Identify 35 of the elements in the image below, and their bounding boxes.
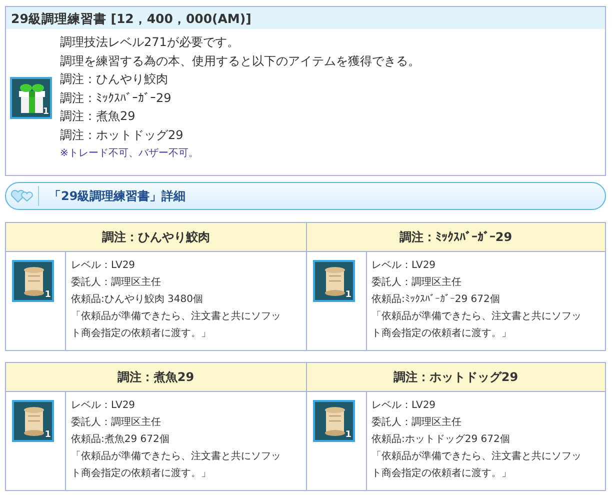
detail-line: 「依頼品が準備できたら、注文書と共にソフット商会指定の依頼者に渡す。」 <box>372 450 582 481</box>
detail-line: レベル：LV29 <box>372 259 437 273</box>
detail-line: レベル：LV29 <box>71 259 136 273</box>
detail-line: 「依頼品が準備できたら、注文書と共にソフット商会指定の依頼者に渡す。」 <box>71 310 282 341</box>
item-count: 1 <box>44 430 51 440</box>
item-title: 29級調理練習書 [12，400，000(AM)] <box>6 7 605 29</box>
detail-line: 依頼品:ホットドッグ29 672個 <box>372 432 511 447</box>
card-header: 調注：ﾐｯｸｽﾊﾞｰｶﾞｰ29 <box>306 223 605 252</box>
detail-line: レベル：LV29 <box>372 399 437 413</box>
description-line: 調注：ﾐｯｸｽﾊﾞｰｶﾞｰ29 <box>60 90 172 107</box>
card-header: 調注：煮魚29 <box>6 363 306 392</box>
detail-line: 「依頼品が準備できたら、注文書と共にソフット商会指定の依頼者に渡す。」 <box>71 450 282 481</box>
item-count: 1 <box>345 430 352 440</box>
detail-line: 委託人：調理区主任 <box>71 416 162 430</box>
detail-line: レベル：LV29 <box>71 399 136 413</box>
detail-line: 「依頼品が準備できたら、注文書と共にソフット商会指定の依頼者に渡す。」 <box>372 310 582 341</box>
description-line: 調理を練習する為の本、使用すると以下のアイテムを獲得できる。 <box>60 52 420 70</box>
section-title: 「29級調理練習書」詳細 <box>49 188 186 204</box>
detail-line: 委託人：調理区主任 <box>71 276 162 290</box>
description-line: 調理技法レベル271が必要です。 <box>60 34 240 51</box>
description-line: 調注：煮魚29 <box>60 108 136 126</box>
detail-line: 依頼品:ひんやり鮫肉 3480個 <box>71 292 204 307</box>
description-line: 調注：ひんやり鮫肉 <box>60 71 169 88</box>
card-header: 調注：ホットドッグ29 <box>306 363 605 392</box>
card-header: 調注：ひんやり鮫肉 <box>6 223 306 252</box>
hearts-icon <box>10 189 34 203</box>
note-text: ※トレード不可、バザー不可。 <box>60 146 200 161</box>
detail-line: 依頼品:煮魚29 672個 <box>71 432 170 447</box>
detail-line: 依頼品:ﾐｯｸｽﾊﾞｰｶﾞｰ29 672個 <box>372 292 501 307</box>
detail-line: 委託人：調理区主任 <box>372 416 462 430</box>
description-line: 調注：ホットドッグ29 <box>60 126 184 144</box>
item-count: 1 <box>345 290 352 300</box>
item-count: 1 <box>44 290 51 300</box>
item-count: 1 <box>42 107 49 118</box>
detail-line: 委託人：調理区主任 <box>372 276 462 290</box>
